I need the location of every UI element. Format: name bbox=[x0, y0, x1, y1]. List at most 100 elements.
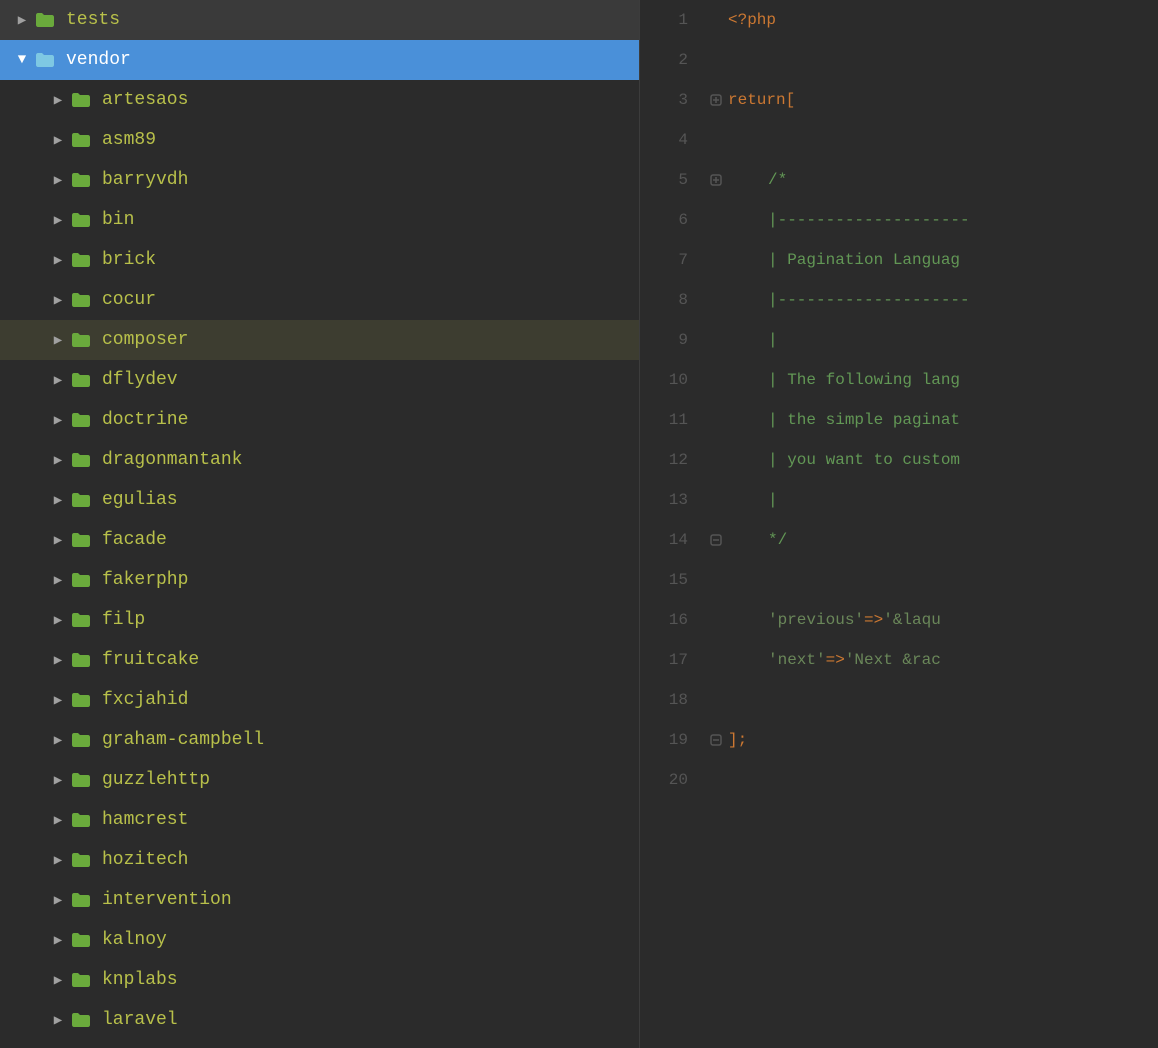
fold-icon[interactable] bbox=[708, 292, 724, 308]
chevron-icon[interactable]: ▶ bbox=[48, 852, 68, 869]
tree-item-lavary[interactable]: ▶ lavary bbox=[0, 1040, 639, 1048]
tree-item-vendor[interactable]: ▼ vendor bbox=[0, 40, 639, 80]
code-line: |-------------------- bbox=[708, 200, 1158, 240]
tree-item-barryvdh[interactable]: ▶ barryvdh bbox=[0, 160, 639, 200]
fold-icon[interactable] bbox=[708, 12, 724, 28]
fold-icon[interactable] bbox=[708, 92, 724, 108]
fold-icon[interactable] bbox=[708, 612, 724, 628]
tree-item-fruitcake[interactable]: ▶ fruitcake bbox=[0, 640, 639, 680]
fold-icon[interactable] bbox=[708, 372, 724, 388]
code-token: | bbox=[768, 331, 778, 349]
chevron-icon[interactable]: ▶ bbox=[48, 212, 68, 229]
tree-item-knplabs[interactable]: ▶ knplabs bbox=[0, 960, 639, 1000]
tree-item-cocur[interactable]: ▶ cocur bbox=[0, 280, 639, 320]
fold-icon[interactable] bbox=[708, 332, 724, 348]
tree-item-intervention[interactable]: ▶ intervention bbox=[0, 880, 639, 920]
code-token: ]; bbox=[728, 731, 747, 749]
chevron-icon[interactable]: ▶ bbox=[48, 612, 68, 629]
chevron-icon[interactable]: ▶ bbox=[48, 892, 68, 909]
chevron-icon[interactable]: ▶ bbox=[48, 772, 68, 789]
tree-item-guzzlehttp[interactable]: ▶ guzzlehttp bbox=[0, 760, 639, 800]
tree-item-egulias[interactable]: ▶ egulias bbox=[0, 480, 639, 520]
tree-item-facade[interactable]: ▶ facade bbox=[0, 520, 639, 560]
chevron-icon[interactable]: ▶ bbox=[48, 332, 68, 349]
code-token: | The following lang bbox=[768, 371, 960, 389]
fold-icon[interactable] bbox=[708, 532, 724, 548]
tree-item-artesaos[interactable]: ▶ artesaos bbox=[0, 80, 639, 120]
line-number: 13 bbox=[669, 480, 688, 520]
chevron-icon[interactable]: ▶ bbox=[48, 932, 68, 949]
chevron-icon[interactable]: ▶ bbox=[48, 652, 68, 669]
code-lines: <?phpreturn [/*|--------------------| Pa… bbox=[700, 0, 1158, 1048]
tree-item-label: asm89 bbox=[102, 130, 156, 150]
fold-icon[interactable] bbox=[708, 452, 724, 468]
fold-icon[interactable] bbox=[708, 132, 724, 148]
tree-item-laravel[interactable]: ▶ laravel bbox=[0, 1000, 639, 1040]
code-line: return [ bbox=[708, 80, 1158, 120]
fold-icon[interactable] bbox=[708, 172, 724, 188]
tree-item-bin[interactable]: ▶ bin bbox=[0, 200, 639, 240]
file-tree-panel: ▶ tests▼ vendor▶ artesaos▶ asm89▶ barryv… bbox=[0, 0, 640, 1048]
fold-icon[interactable] bbox=[708, 732, 724, 748]
chevron-icon[interactable]: ▶ bbox=[12, 12, 32, 29]
fold-icon[interactable] bbox=[708, 52, 724, 68]
code-line: | the simple paginat bbox=[708, 400, 1158, 440]
tree-item-label: cocur bbox=[102, 290, 156, 310]
code-line: 'next' => 'Next &rac bbox=[708, 640, 1158, 680]
tree-item-asm89[interactable]: ▶ asm89 bbox=[0, 120, 639, 160]
folder-icon bbox=[70, 651, 96, 669]
chevron-icon[interactable]: ▶ bbox=[48, 132, 68, 149]
chevron-icon[interactable]: ▼ bbox=[12, 52, 32, 68]
chevron-icon[interactable]: ▶ bbox=[48, 292, 68, 309]
chevron-icon[interactable]: ▶ bbox=[48, 372, 68, 389]
code-line: | Pagination Languag bbox=[708, 240, 1158, 280]
fold-icon[interactable] bbox=[708, 212, 724, 228]
fold-icon[interactable] bbox=[708, 412, 724, 428]
fold-icon[interactable] bbox=[708, 572, 724, 588]
fold-icon[interactable] bbox=[708, 252, 724, 268]
code-token: | the simple paginat bbox=[768, 411, 960, 429]
chevron-icon[interactable]: ▶ bbox=[48, 412, 68, 429]
chevron-icon[interactable]: ▶ bbox=[48, 252, 68, 269]
code-editor-panel: 1234567891011121314151617181920 <?phpret… bbox=[640, 0, 1158, 1048]
chevron-icon[interactable]: ▶ bbox=[48, 732, 68, 749]
code-token: '&laqu bbox=[883, 611, 941, 629]
chevron-icon[interactable]: ▶ bbox=[48, 812, 68, 829]
code-token: /* bbox=[768, 171, 787, 189]
code-content: 1234567891011121314151617181920 <?phpret… bbox=[640, 0, 1158, 1048]
chevron-icon[interactable]: ▶ bbox=[48, 532, 68, 549]
tree-item-graham-campbell[interactable]: ▶ graham-campbell bbox=[0, 720, 639, 760]
tree-item-kalnoy[interactable]: ▶ kalnoy bbox=[0, 920, 639, 960]
fold-icon[interactable] bbox=[708, 492, 724, 508]
fold-icon[interactable] bbox=[708, 652, 724, 668]
tree-item-filp[interactable]: ▶ filp bbox=[0, 600, 639, 640]
tree-item-hamcrest[interactable]: ▶ hamcrest bbox=[0, 800, 639, 840]
tree-item-label: fruitcake bbox=[102, 650, 199, 670]
line-number: 20 bbox=[669, 760, 688, 800]
chevron-icon[interactable]: ▶ bbox=[48, 972, 68, 989]
tree-item-fxcjahid[interactable]: ▶ fxcjahid bbox=[0, 680, 639, 720]
code-line: 'previous' => '&laqu bbox=[708, 600, 1158, 640]
tree-item-brick[interactable]: ▶ brick bbox=[0, 240, 639, 280]
code-token: |-------------------- bbox=[768, 211, 970, 229]
tree-item-hozitech[interactable]: ▶ hozitech bbox=[0, 840, 639, 880]
chevron-icon[interactable]: ▶ bbox=[48, 92, 68, 109]
chevron-icon[interactable]: ▶ bbox=[48, 172, 68, 189]
tree-item-dragonmantank[interactable]: ▶ dragonmantank bbox=[0, 440, 639, 480]
folder-icon bbox=[70, 371, 96, 389]
tree-item-tests[interactable]: ▶ tests bbox=[0, 0, 639, 40]
chevron-icon[interactable]: ▶ bbox=[48, 572, 68, 589]
fold-icon[interactable] bbox=[708, 692, 724, 708]
tree-item-dflydev[interactable]: ▶ dflydev bbox=[0, 360, 639, 400]
tree-item-doctrine[interactable]: ▶ doctrine bbox=[0, 400, 639, 440]
tree-item-fakerphp[interactable]: ▶ fakerphp bbox=[0, 560, 639, 600]
file-tree-scroll[interactable]: ▶ tests▼ vendor▶ artesaos▶ asm89▶ barryv… bbox=[0, 0, 639, 1048]
tree-item-composer[interactable]: ▶ composer bbox=[0, 320, 639, 360]
chevron-icon[interactable]: ▶ bbox=[48, 452, 68, 469]
chevron-icon[interactable]: ▶ bbox=[48, 692, 68, 709]
tree-item-label: dragonmantank bbox=[102, 450, 242, 470]
code-token: [ bbox=[786, 91, 796, 109]
chevron-icon[interactable]: ▶ bbox=[48, 492, 68, 509]
chevron-icon[interactable]: ▶ bbox=[48, 1012, 68, 1029]
fold-icon[interactable] bbox=[708, 772, 724, 788]
